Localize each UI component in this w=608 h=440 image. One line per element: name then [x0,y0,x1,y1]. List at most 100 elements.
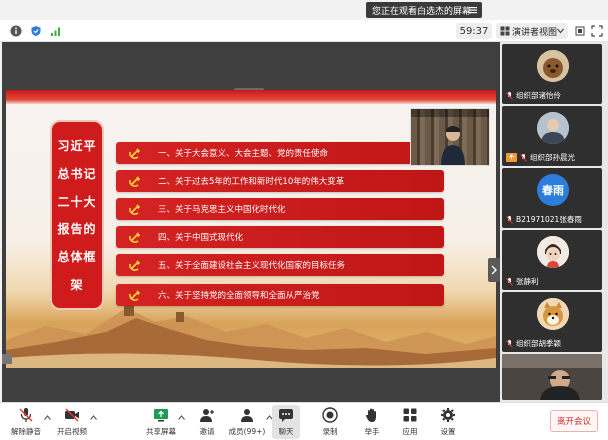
chevron-up-icon[interactable] [178,415,185,420]
title-line: 报告的 [57,222,97,237]
toolbar-label: 录制 [322,427,338,436]
title-line: 二十大 [57,194,97,209]
participant-name-row: 组织部孙晨光 [506,152,600,163]
chat-button[interactable]: 聊天 [272,405,300,439]
shared-screen-area: 习近平 总书记 二十大 报告的 总体框 架 一、关于大会意义、大会主题、党的责任… [2,42,500,402]
participant-name-row: 组织部胡季颖 [506,338,600,349]
party-emblem-icon [129,260,141,271]
chevron-up-icon[interactable] [44,415,51,420]
bottom-toolbar: 解除静音 开启视频 共享屏幕 邀请 成员(99+) 聊天 录制 举手 应用 设置… [0,402,608,440]
unmute-button[interactable]: 解除静音 [4,405,48,439]
minimize-icon[interactable] [574,25,586,37]
apps-icon [403,408,417,422]
speaker-figure [441,126,465,165]
settings-button[interactable]: 设置 [434,405,462,439]
participant-tile[interactable]: 组织部孙晨光 [502,106,602,166]
slide-title-box: 习近平 总书记 二十大 报告的 总体框 架 [50,120,104,310]
avatar [537,112,569,144]
participant-video-feed [502,354,602,400]
chevron-down-icon [557,28,564,34]
cartoon-avatar-icon [537,236,569,268]
avatar [537,236,569,268]
record-button[interactable]: 录制 [316,405,344,439]
topic-item: 六、关于坚持党的全面领导和全面从严治党 [116,284,444,306]
toolbar-label: 开启视频 [57,427,87,436]
share-banner-text: 您正在观看白选杰的屏幕 [372,6,472,17]
title-line: 总体框 [57,249,97,264]
speaker-view-button[interactable]: 演讲者视图 [496,23,568,39]
dog-photo-icon [537,50,569,82]
party-emblem-icon [129,148,141,159]
gallery-toggle-button[interactable] [488,258,500,282]
video-off-icon [65,408,79,422]
participant-tile[interactable]: 张静利 [502,230,602,290]
shiba-photo-icon [537,298,569,330]
avatar [537,298,569,330]
toolbar-label: 应用 [402,427,418,436]
screen-share-status-icon [506,153,517,162]
slide-top-band [6,90,496,104]
record-icon [322,407,338,423]
title-line: 习近平 [57,139,97,154]
leave-meeting-button[interactable]: 离开会议 [550,410,598,432]
topic-text: 四、关于中国式现代化 [158,233,244,243]
toolbar-label: 成员(99+) [228,427,266,436]
topic-item: 二、关于过去5年的工作和新时代10年的伟大变革 [116,170,444,192]
top-toolbar: 59:37 演讲者视图 [0,20,608,42]
fullscreen-icon[interactable] [591,25,603,37]
party-emblem-icon [129,204,141,215]
chevron-right-icon [491,265,497,275]
participant-video-tile[interactable] [502,354,602,400]
shield-icon[interactable] [30,25,42,37]
participant-name: 组织部胡季颖 [516,339,561,348]
view-button-label: 演讲者视图 [512,27,558,38]
topic-text: 三、关于马克思主义中国化时代化 [158,205,286,215]
topic-text: 二、关于过去5年的工作和新时代10年的伟大变革 [158,177,345,187]
participant-tile[interactable]: 春雨 B21971021张春雨 [502,168,602,228]
speaker-video-thumbnail[interactable] [410,108,490,166]
info-icon[interactable] [10,25,22,37]
participant-name: B21971021张春雨 [516,215,582,224]
mic-muted-icon [506,91,513,100]
topic-item: 三、关于马克思主义中国化时代化 [116,198,444,220]
members-button[interactable]: 成员(99+) [226,405,268,439]
participant-name: 组织部孙晨光 [530,153,575,162]
participant-name-row: 张静利 [506,276,600,287]
meeting-window: 您正在观看白选杰的屏幕 59:37 演讲者视图 习近平 总书记 二十大 报告的 … [0,0,608,440]
share-screen-icon [154,409,168,422]
apps-button[interactable]: 应用 [396,405,424,439]
mic-muted-icon [520,153,527,162]
topic-item: 四、关于中国式现代化 [116,226,444,248]
chevron-up-icon[interactable] [90,415,97,420]
screen-share-banner: 您正在观看白选杰的屏幕 [366,2,482,18]
avatar [537,50,569,82]
mic-muted-icon [19,408,33,422]
participant-name: 张静利 [516,277,539,286]
start-video-button[interactable]: 开启视频 [52,405,92,439]
participant-name: 组织部诸怡伶 [516,91,561,100]
mic-muted-icon [506,277,513,286]
raise-hand-icon [365,408,376,422]
topic-text: 六、关于坚持党的全面领导和全面从严治党 [158,291,320,301]
toolbar-label: 解除静音 [11,427,41,436]
settings-icon [441,408,455,422]
mic-muted-icon [506,215,513,224]
chat-icon [279,409,293,422]
participant-tile[interactable]: 组织部诸怡伶 [502,44,602,104]
toolbar-label: 举手 [364,427,380,436]
invite-button[interactable]: 邀请 [192,405,222,439]
topic-text: 一、关于大会意义、大会主题、党的责任使命 [158,149,329,159]
toolbar-label: 邀请 [199,427,215,436]
signal-icon[interactable] [50,25,62,37]
presentation-slide: 习近平 总书记 二十大 报告的 总体框 架 一、关于大会意义、大会主题、党的责任… [6,90,496,368]
side-collapse-button[interactable] [2,354,12,364]
party-emblem-icon [129,290,141,301]
title-line: 总书记 [57,166,97,181]
raise-hand-button[interactable]: 举手 [358,405,386,439]
menu-icon[interactable] [468,5,478,15]
avatar-initials: 春雨 [537,174,569,206]
share-screen-button[interactable]: 共享屏幕 [144,405,178,439]
title-line: 架 [70,277,84,292]
participant-tile[interactable]: 组织部胡季颖 [502,292,602,352]
toolbar-label: 聊天 [278,427,294,436]
